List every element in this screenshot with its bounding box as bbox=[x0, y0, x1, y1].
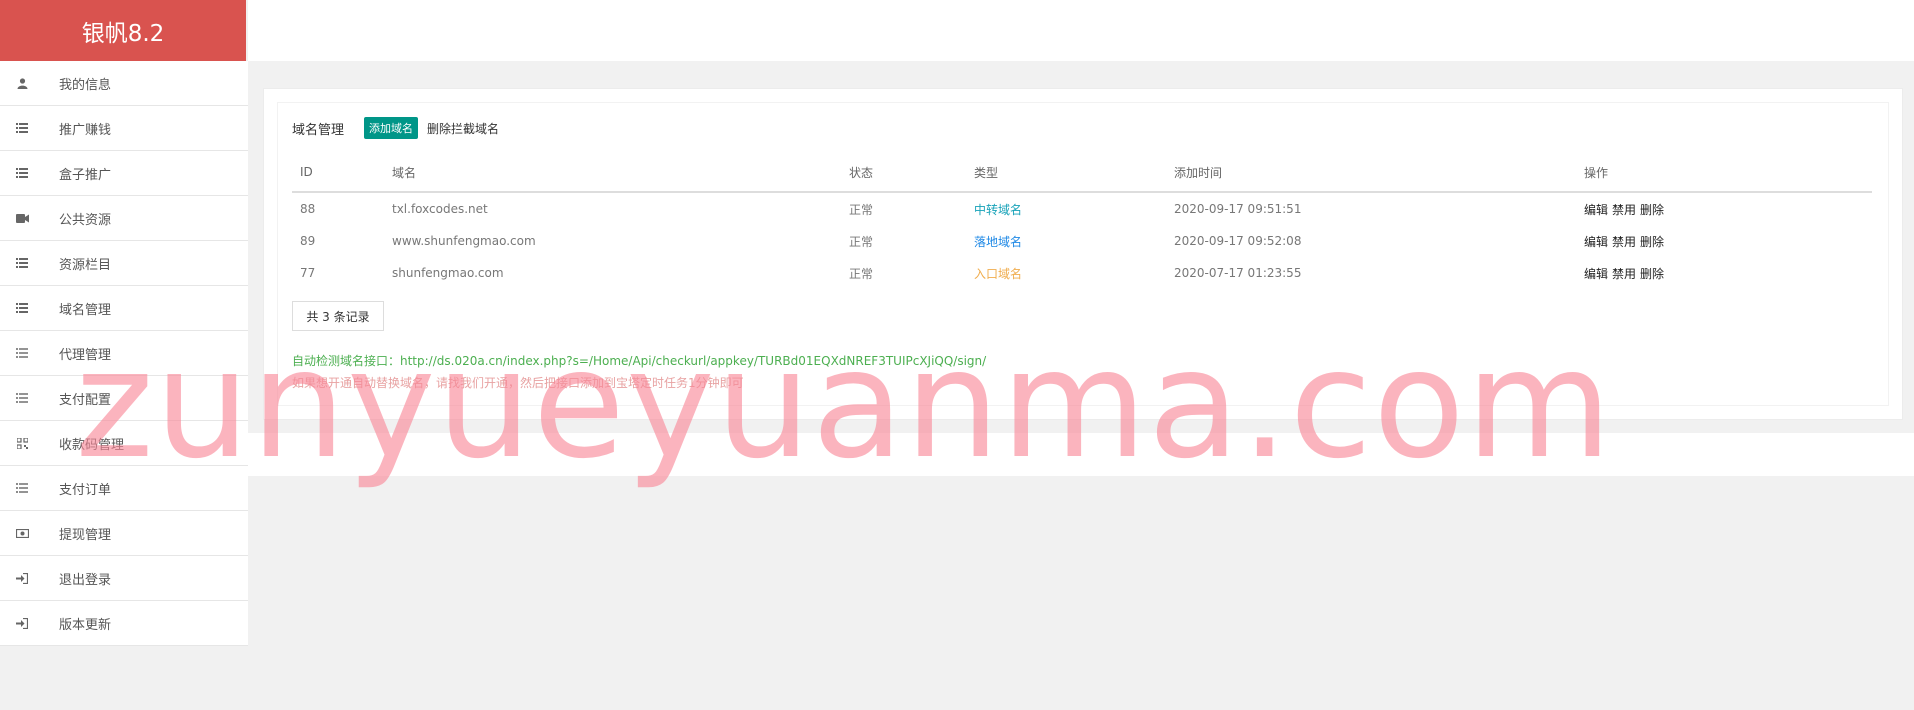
sidebar-item-label: 退出登录 bbox=[59, 572, 112, 588]
cell-id: 89 bbox=[300, 234, 316, 248]
cell-status: 正常 bbox=[849, 266, 874, 281]
edit-link[interactable]: 编辑 bbox=[1584, 203, 1608, 217]
top-bar bbox=[248, 0, 1914, 61]
delete-link[interactable]: 删除 bbox=[1640, 235, 1664, 249]
cell-id: 88 bbox=[300, 202, 316, 216]
sidebar-item-label: 公共资源 bbox=[59, 212, 112, 228]
cell-time: 2020-09-17 09:51:51 bbox=[1174, 202, 1302, 216]
table-header-row: ID 域名 状态 类型 添加时间 操作 bbox=[292, 153, 1872, 193]
video-camera-icon bbox=[12, 213, 32, 223]
column-header-actions: 操作 bbox=[1576, 153, 1872, 193]
list-ul-icon bbox=[12, 393, 32, 403]
sidebar-item-promote[interactable]: 推广赚钱 bbox=[0, 106, 248, 151]
list-ul-icon bbox=[12, 348, 32, 358]
sidebar-item-label: 版本更新 bbox=[59, 617, 112, 633]
delete-link[interactable]: 删除 bbox=[1640, 203, 1664, 217]
edit-link[interactable]: 编辑 bbox=[1584, 267, 1608, 281]
column-header-id: ID bbox=[292, 153, 384, 193]
add-domain-button[interactable]: 添加域名 bbox=[364, 117, 419, 139]
table-row: 89 www.shunfengmao.com 正常 落地域名 2020-09-1… bbox=[292, 225, 1872, 257]
sidebar-item-label: 盒子推广 bbox=[59, 167, 112, 183]
sidebar-item-logout[interactable]: 退出登录 bbox=[0, 556, 248, 601]
qrcode-icon bbox=[12, 437, 32, 449]
cell-domain: shunfengmao.com bbox=[392, 266, 504, 280]
sidebar-item-resource-columns[interactable]: 资源栏目 bbox=[0, 241, 248, 286]
delete-link[interactable]: 删除 bbox=[1640, 267, 1664, 281]
column-header-domain: 域名 bbox=[384, 153, 841, 193]
cell-actions: 编辑 禁用 删除 bbox=[1576, 192, 1872, 225]
sidebar-item-label: 域名管理 bbox=[59, 302, 112, 318]
list-ul-icon bbox=[12, 483, 32, 493]
card-header: 域名管理 添加域名 删除拦截域名 bbox=[292, 117, 499, 139]
sidebar-item-box-promote[interactable]: 盒子推广 bbox=[0, 151, 248, 196]
sidebar-item-my-info[interactable]: 我的信息 bbox=[0, 61, 248, 106]
sign-in-icon bbox=[12, 572, 32, 584]
cell-time: 2020-09-17 09:52:08 bbox=[1174, 234, 1302, 248]
cell-type: 中转域名 bbox=[974, 202, 1023, 217]
delete-blocked-domains-link[interactable]: 删除拦截域名 bbox=[427, 120, 499, 137]
cell-type: 入口域名 bbox=[974, 266, 1023, 281]
sidebar-item-label: 推广赚钱 bbox=[59, 122, 112, 138]
sidebar-item-version-update[interactable]: 版本更新 bbox=[0, 601, 248, 646]
disable-link[interactable]: 禁用 bbox=[1612, 235, 1636, 249]
cell-time: 2020-07-17 01:23:55 bbox=[1174, 266, 1302, 280]
cell-status: 正常 bbox=[849, 202, 874, 217]
list-icon bbox=[12, 303, 32, 313]
user-icon bbox=[12, 77, 32, 89]
list-icon bbox=[12, 168, 32, 178]
sidebar-item-label: 资源栏目 bbox=[59, 257, 112, 273]
sign-in-icon bbox=[12, 617, 32, 629]
cell-status: 正常 bbox=[849, 234, 874, 249]
sidebar-item-label: 提现管理 bbox=[59, 527, 112, 543]
brand-logo: 银帆8.2 bbox=[0, 0, 246, 61]
sidebar-item-label: 我的信息 bbox=[59, 77, 112, 93]
cell-actions: 编辑 禁用 删除 bbox=[1576, 257, 1872, 289]
cell-type: 落地域名 bbox=[974, 234, 1023, 249]
column-header-status: 状态 bbox=[841, 153, 966, 193]
sidebar-item-public-resources[interactable]: 公共资源 bbox=[0, 196, 248, 241]
disable-link[interactable]: 禁用 bbox=[1612, 203, 1636, 217]
cell-domain: txl.foxcodes.net bbox=[392, 202, 488, 216]
cell-id: 77 bbox=[300, 266, 316, 280]
list-icon bbox=[12, 258, 32, 268]
disable-link[interactable]: 禁用 bbox=[1612, 267, 1636, 281]
edit-link[interactable]: 编辑 bbox=[1584, 235, 1608, 249]
page-title: 域名管理 bbox=[292, 122, 345, 138]
money-icon bbox=[12, 528, 32, 538]
table-row: 77 shunfengmao.com 正常 入口域名 2020-07-17 01… bbox=[292, 257, 1872, 289]
list-icon bbox=[12, 123, 32, 133]
cell-actions: 编辑 禁用 删除 bbox=[1576, 225, 1872, 257]
cell-domain: www.shunfengmao.com bbox=[392, 234, 536, 248]
column-header-time: 添加时间 bbox=[1166, 153, 1576, 193]
domain-table: ID 域名 状态 类型 添加时间 操作 88 txl.foxcodes.net … bbox=[292, 153, 1872, 289]
table-row: 88 txl.foxcodes.net 正常 中转域名 2020-09-17 0… bbox=[292, 192, 1872, 225]
sidebar-item-withdraw-management[interactable]: 提现管理 bbox=[0, 511, 248, 556]
column-header-type: 类型 bbox=[966, 153, 1166, 193]
watermark: zunyueyuanma.com bbox=[75, 318, 1613, 492]
